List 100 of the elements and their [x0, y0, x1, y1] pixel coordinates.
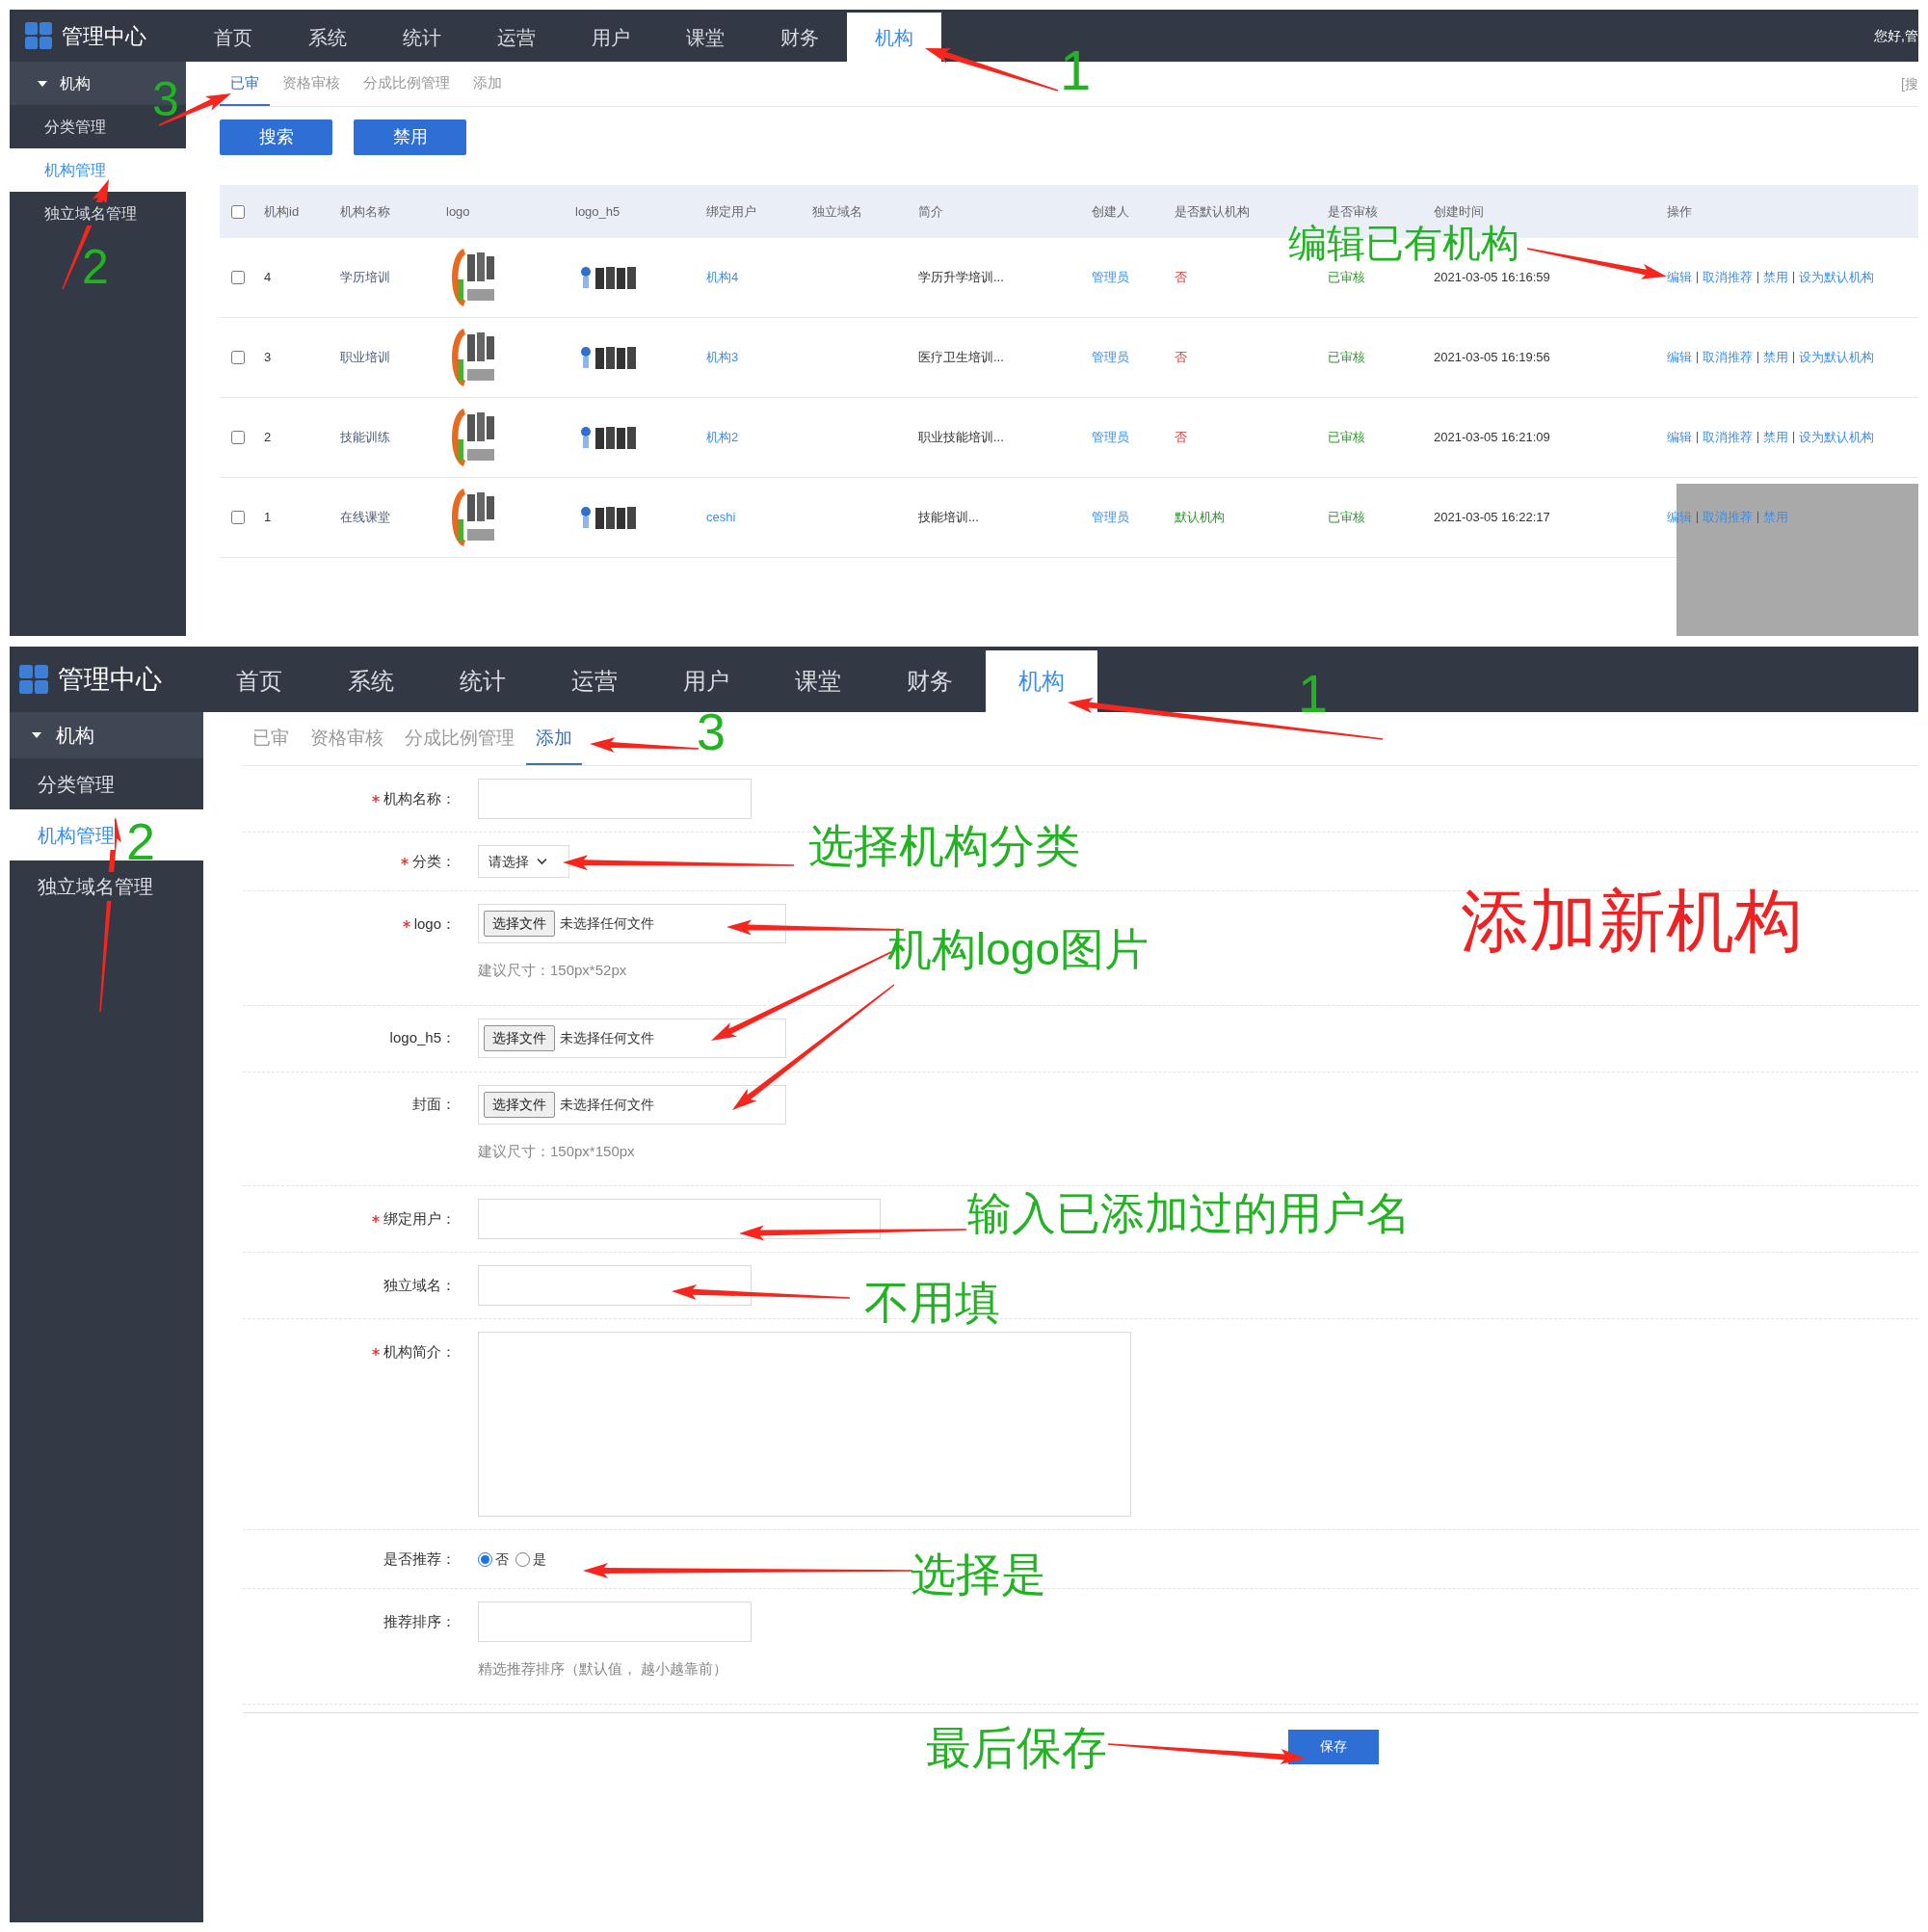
default-status: 否: [1175, 269, 1188, 287]
nav-tab[interactable]: 统计: [375, 13, 469, 62]
sub-tab[interactable]: 资格审核: [272, 63, 351, 106]
column-header: 绑定用户: [706, 202, 757, 221]
action-link[interactable]: 取消推荐: [1703, 268, 1753, 287]
choose-file-button[interactable]: 选择文件: [484, 911, 555, 937]
input-field[interactable]: [478, 1199, 881, 1239]
nav-tab[interactable]: 机构: [847, 13, 941, 62]
sub-tab[interactable]: 资格审核: [301, 713, 393, 765]
creator-link[interactable]: 管理员: [1092, 348, 1175, 367]
column-header: logo_h5: [575, 202, 621, 221]
action-link[interactable]: 编辑: [1667, 268, 1692, 287]
choose-file-button[interactable]: 选择文件: [484, 1091, 555, 1118]
table-cell-text: 技能训练: [340, 429, 391, 447]
column-header: 是否审核: [1328, 202, 1379, 221]
input-field[interactable]: [478, 1265, 752, 1306]
sidebar-item[interactable]: 独立域名管理: [38, 871, 153, 901]
annotation-label: 最后保存: [926, 1725, 1107, 1770]
file-status-text: 未选择任何文件: [560, 1028, 654, 1047]
checkbox[interactable]: [231, 351, 245, 364]
table-cell-text: 2021-03-05 16:16:59: [1434, 269, 1551, 287]
nav-tab[interactable]: 系统: [280, 13, 375, 62]
user-link[interactable]: 机构4: [706, 268, 812, 287]
checkbox[interactable]: [231, 431, 245, 444]
action-link[interactable]: 取消推荐: [1703, 348, 1753, 367]
annotation-label: 2: [82, 243, 109, 291]
nav-tab[interactable]: 财务: [753, 13, 847, 62]
default-status: 默认机构: [1175, 509, 1226, 527]
action-link[interactable]: 禁用: [1763, 268, 1788, 287]
field-label: 绑定用户：: [383, 1208, 456, 1229]
brand-title: 管理中心: [62, 22, 146, 50]
table-cell-text: 医疗卫生培训...: [918, 349, 1005, 367]
choose-file-button[interactable]: 选择文件: [484, 1024, 555, 1051]
nav-tab[interactable]: 财务: [874, 650, 986, 712]
action-link[interactable]: 编辑: [1667, 428, 1692, 447]
column-header: 机构名称: [340, 202, 391, 221]
creator-link[interactable]: 管理员: [1092, 508, 1175, 527]
action-button[interactable]: 禁用: [354, 119, 466, 155]
save-button[interactable]: 保存: [1288, 1729, 1379, 1764]
textarea-field[interactable]: [478, 1332, 1131, 1517]
review-status: 已审核: [1328, 429, 1366, 447]
nav-tab[interactable]: 运营: [469, 13, 564, 62]
sub-tab[interactable]: 分成比例管理: [395, 713, 524, 765]
column-header: 是否默认机构: [1175, 202, 1251, 221]
sub-tab[interactable]: 添加: [526, 713, 582, 765]
sidebar-group-header[interactable]: 机构: [10, 712, 203, 758]
nav-tab[interactable]: 机构: [986, 650, 1097, 712]
nav-tab[interactable]: 用户: [564, 13, 658, 62]
nav-tab[interactable]: 运营: [539, 650, 650, 712]
checkbox[interactable]: [231, 271, 245, 284]
radio-button[interactable]: [478, 1551, 492, 1567]
table-cell-text: 4: [264, 269, 273, 287]
nav-tab[interactable]: 首页: [203, 650, 315, 712]
nav-tab[interactable]: 统计: [427, 650, 539, 712]
action-link[interactable]: 编辑: [1667, 348, 1692, 367]
field-label: 机构简介：: [383, 1341, 456, 1362]
input-field[interactable]: [478, 779, 752, 819]
sidebar-item[interactable]: 独立域名管理: [44, 201, 137, 225]
action-link[interactable]: 设为默认机构: [1799, 268, 1874, 287]
sub-tab[interactable]: 分成比例管理: [353, 63, 461, 106]
review-status: 已审核: [1328, 349, 1366, 367]
checkbox[interactable]: [231, 511, 245, 524]
table-cell-text: 职业技能培训...: [918, 429, 1005, 447]
user-link[interactable]: ceshi: [706, 508, 812, 527]
user-link[interactable]: 机构2: [706, 428, 812, 447]
radio-label: 否: [495, 1549, 509, 1569]
search-link[interactable]: [搜: [1901, 73, 1918, 94]
checkbox[interactable]: [231, 204, 245, 219]
annotation-label: 选择是: [911, 1551, 1046, 1597]
nav-tab[interactable]: 首页: [186, 13, 280, 62]
creator-link[interactable]: 管理员: [1092, 268, 1175, 287]
sub-tab[interactable]: 已审: [243, 713, 299, 765]
sub-tab[interactable]: 添加: [462, 63, 513, 106]
radio-button[interactable]: [515, 1551, 530, 1567]
table-cell-text: 学历培训: [340, 269, 391, 287]
review-status: 已审核: [1328, 509, 1366, 527]
column-header: 创建时间: [1434, 202, 1485, 221]
creator-link[interactable]: 管理员: [1092, 428, 1175, 447]
action-link[interactable]: 取消推荐: [1703, 428, 1753, 447]
hint-text: 建议尺寸：150px*52px: [478, 961, 628, 980]
column-header: 简介: [918, 202, 944, 221]
review-status: 已审核: [1328, 269, 1366, 287]
column-header: 机构id: [264, 202, 301, 221]
action-link[interactable]: 设为默认机构: [1799, 428, 1874, 447]
nav-tab[interactable]: 课堂: [658, 13, 753, 62]
column-header: logo: [446, 202, 471, 221]
nav-tab[interactable]: 课堂: [762, 650, 874, 712]
action-link[interactable]: 设为默认机构: [1799, 348, 1874, 367]
select-field[interactable]: 请选择: [478, 845, 569, 878]
user-link[interactable]: 机构3: [706, 348, 812, 367]
greeting-text: 您好,管: [1874, 26, 1918, 45]
action-link[interactable]: 禁用: [1763, 428, 1788, 447]
action-link[interactable]: 禁用: [1763, 348, 1788, 367]
nav-tab[interactable]: 系统: [315, 650, 427, 712]
sidebar-item[interactable]: 机构管理: [38, 820, 115, 850]
table-cell-text: 3: [264, 349, 273, 367]
action-button[interactable]: 搜索: [220, 119, 332, 155]
table-cell-text: 在线课堂: [340, 509, 391, 527]
table-cell-text: 技能培训...: [918, 509, 980, 527]
input-field[interactable]: [478, 1601, 752, 1642]
